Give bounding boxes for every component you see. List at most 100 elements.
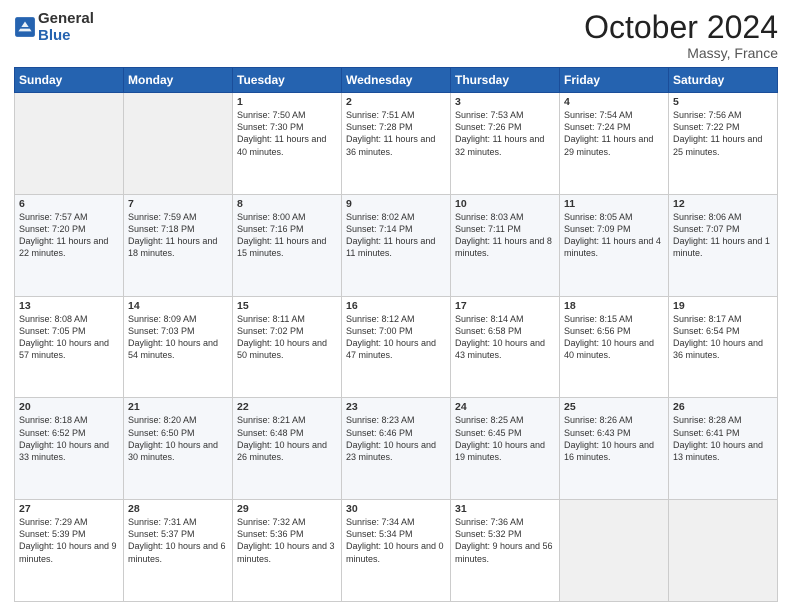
calendar-cell: 4Sunrise: 7:54 AM Sunset: 7:24 PM Daylig… (560, 93, 669, 195)
calendar-header-row: SundayMondayTuesdayWednesdayThursdayFrid… (15, 68, 778, 93)
day-number: 16 (346, 300, 446, 312)
day-detail: Sunrise: 8:02 AM Sunset: 7:14 PM Dayligh… (346, 211, 446, 260)
day-detail: Sunrise: 8:14 AM Sunset: 6:58 PM Dayligh… (455, 313, 555, 362)
day-number: 19 (673, 300, 773, 312)
day-detail: Sunrise: 8:05 AM Sunset: 7:09 PM Dayligh… (564, 211, 664, 260)
calendar-cell: 1Sunrise: 7:50 AM Sunset: 7:30 PM Daylig… (233, 93, 342, 195)
calendar-cell: 20Sunrise: 8:18 AM Sunset: 6:52 PM Dayli… (15, 398, 124, 500)
day-detail: Sunrise: 8:15 AM Sunset: 6:56 PM Dayligh… (564, 313, 664, 362)
calendar-week-4: 20Sunrise: 8:18 AM Sunset: 6:52 PM Dayli… (15, 398, 778, 500)
day-number: 7 (128, 198, 228, 210)
day-number: 21 (128, 401, 228, 413)
calendar-cell: 24Sunrise: 8:25 AM Sunset: 6:45 PM Dayli… (451, 398, 560, 500)
month-title: October 2024 (584, 10, 778, 45)
title-block: October 2024 Massy, France (584, 10, 778, 61)
day-detail: Sunrise: 8:17 AM Sunset: 6:54 PM Dayligh… (673, 313, 773, 362)
day-number: 31 (455, 503, 555, 515)
day-number: 28 (128, 503, 228, 515)
calendar-cell: 17Sunrise: 8:14 AM Sunset: 6:58 PM Dayli… (451, 296, 560, 398)
location: Massy, France (584, 45, 778, 61)
day-header-tuesday: Tuesday (233, 68, 342, 93)
logo-icon (14, 16, 36, 38)
day-detail: Sunrise: 7:51 AM Sunset: 7:28 PM Dayligh… (346, 109, 446, 158)
day-detail: Sunrise: 8:28 AM Sunset: 6:41 PM Dayligh… (673, 414, 773, 463)
calendar-cell: 12Sunrise: 8:06 AM Sunset: 7:07 PM Dayli… (669, 194, 778, 296)
day-number: 9 (346, 198, 446, 210)
logo: General Blue (14, 10, 94, 44)
calendar-week-5: 27Sunrise: 7:29 AM Sunset: 5:39 PM Dayli… (15, 500, 778, 602)
day-detail: Sunrise: 8:23 AM Sunset: 6:46 PM Dayligh… (346, 414, 446, 463)
day-number: 1 (237, 96, 337, 108)
calendar-cell (669, 500, 778, 602)
calendar-table: SundayMondayTuesdayWednesdayThursdayFrid… (14, 67, 778, 602)
day-header-wednesday: Wednesday (342, 68, 451, 93)
day-number: 24 (455, 401, 555, 413)
day-number: 22 (237, 401, 337, 413)
day-number: 10 (455, 198, 555, 210)
day-detail: Sunrise: 8:03 AM Sunset: 7:11 PM Dayligh… (455, 211, 555, 260)
day-number: 26 (673, 401, 773, 413)
day-number: 23 (346, 401, 446, 413)
day-number: 2 (346, 96, 446, 108)
calendar-cell: 25Sunrise: 8:26 AM Sunset: 6:43 PM Dayli… (560, 398, 669, 500)
day-detail: Sunrise: 7:59 AM Sunset: 7:18 PM Dayligh… (128, 211, 228, 260)
calendar-cell: 2Sunrise: 7:51 AM Sunset: 7:28 PM Daylig… (342, 93, 451, 195)
calendar-cell: 22Sunrise: 8:21 AM Sunset: 6:48 PM Dayli… (233, 398, 342, 500)
day-detail: Sunrise: 8:09 AM Sunset: 7:03 PM Dayligh… (128, 313, 228, 362)
calendar-cell (124, 93, 233, 195)
day-number: 3 (455, 96, 555, 108)
day-header-thursday: Thursday (451, 68, 560, 93)
calendar-cell: 10Sunrise: 8:03 AM Sunset: 7:11 PM Dayli… (451, 194, 560, 296)
page-header: General Blue October 2024 Massy, France (14, 10, 778, 61)
day-number: 27 (19, 503, 119, 515)
day-detail: Sunrise: 8:26 AM Sunset: 6:43 PM Dayligh… (564, 414, 664, 463)
calendar-cell: 30Sunrise: 7:34 AM Sunset: 5:34 PM Dayli… (342, 500, 451, 602)
calendar-cell: 9Sunrise: 8:02 AM Sunset: 7:14 PM Daylig… (342, 194, 451, 296)
calendar-week-3: 13Sunrise: 8:08 AM Sunset: 7:05 PM Dayli… (15, 296, 778, 398)
day-detail: Sunrise: 7:54 AM Sunset: 7:24 PM Dayligh… (564, 109, 664, 158)
day-detail: Sunrise: 7:56 AM Sunset: 7:22 PM Dayligh… (673, 109, 773, 158)
day-detail: Sunrise: 7:53 AM Sunset: 7:26 PM Dayligh… (455, 109, 555, 158)
day-detail: Sunrise: 7:31 AM Sunset: 5:37 PM Dayligh… (128, 516, 228, 565)
day-number: 5 (673, 96, 773, 108)
day-number: 6 (19, 198, 119, 210)
calendar-week-2: 6Sunrise: 7:57 AM Sunset: 7:20 PM Daylig… (15, 194, 778, 296)
calendar-cell: 11Sunrise: 8:05 AM Sunset: 7:09 PM Dayli… (560, 194, 669, 296)
calendar-cell: 19Sunrise: 8:17 AM Sunset: 6:54 PM Dayli… (669, 296, 778, 398)
day-number: 30 (346, 503, 446, 515)
day-number: 11 (564, 198, 664, 210)
day-header-saturday: Saturday (669, 68, 778, 93)
calendar-cell: 15Sunrise: 8:11 AM Sunset: 7:02 PM Dayli… (233, 296, 342, 398)
calendar-cell: 26Sunrise: 8:28 AM Sunset: 6:41 PM Dayli… (669, 398, 778, 500)
day-number: 29 (237, 503, 337, 515)
day-detail: Sunrise: 7:34 AM Sunset: 5:34 PM Dayligh… (346, 516, 446, 565)
day-detail: Sunrise: 8:11 AM Sunset: 7:02 PM Dayligh… (237, 313, 337, 362)
calendar-cell: 31Sunrise: 7:36 AM Sunset: 5:32 PM Dayli… (451, 500, 560, 602)
calendar-cell: 5Sunrise: 7:56 AM Sunset: 7:22 PM Daylig… (669, 93, 778, 195)
day-detail: Sunrise: 7:32 AM Sunset: 5:36 PM Dayligh… (237, 516, 337, 565)
day-detail: Sunrise: 7:57 AM Sunset: 7:20 PM Dayligh… (19, 211, 119, 260)
day-detail: Sunrise: 8:08 AM Sunset: 7:05 PM Dayligh… (19, 313, 119, 362)
day-header-monday: Monday (124, 68, 233, 93)
day-detail: Sunrise: 8:18 AM Sunset: 6:52 PM Dayligh… (19, 414, 119, 463)
day-detail: Sunrise: 8:12 AM Sunset: 7:00 PM Dayligh… (346, 313, 446, 362)
calendar-cell: 27Sunrise: 7:29 AM Sunset: 5:39 PM Dayli… (15, 500, 124, 602)
calendar-cell: 28Sunrise: 7:31 AM Sunset: 5:37 PM Dayli… (124, 500, 233, 602)
calendar-cell (15, 93, 124, 195)
day-number: 4 (564, 96, 664, 108)
day-number: 17 (455, 300, 555, 312)
day-header-sunday: Sunday (15, 68, 124, 93)
day-detail: Sunrise: 8:20 AM Sunset: 6:50 PM Dayligh… (128, 414, 228, 463)
calendar-cell: 3Sunrise: 7:53 AM Sunset: 7:26 PM Daylig… (451, 93, 560, 195)
calendar-cell: 13Sunrise: 8:08 AM Sunset: 7:05 PM Dayli… (15, 296, 124, 398)
calendar-cell: 29Sunrise: 7:32 AM Sunset: 5:36 PM Dayli… (233, 500, 342, 602)
day-number: 13 (19, 300, 119, 312)
day-detail: Sunrise: 7:36 AM Sunset: 5:32 PM Dayligh… (455, 516, 555, 565)
calendar-cell: 18Sunrise: 8:15 AM Sunset: 6:56 PM Dayli… (560, 296, 669, 398)
calendar-cell: 16Sunrise: 8:12 AM Sunset: 7:00 PM Dayli… (342, 296, 451, 398)
calendar-cell: 7Sunrise: 7:59 AM Sunset: 7:18 PM Daylig… (124, 194, 233, 296)
day-detail: Sunrise: 8:21 AM Sunset: 6:48 PM Dayligh… (237, 414, 337, 463)
day-detail: Sunrise: 7:50 AM Sunset: 7:30 PM Dayligh… (237, 109, 337, 158)
calendar-cell (560, 500, 669, 602)
day-detail: Sunrise: 7:29 AM Sunset: 5:39 PM Dayligh… (19, 516, 119, 565)
